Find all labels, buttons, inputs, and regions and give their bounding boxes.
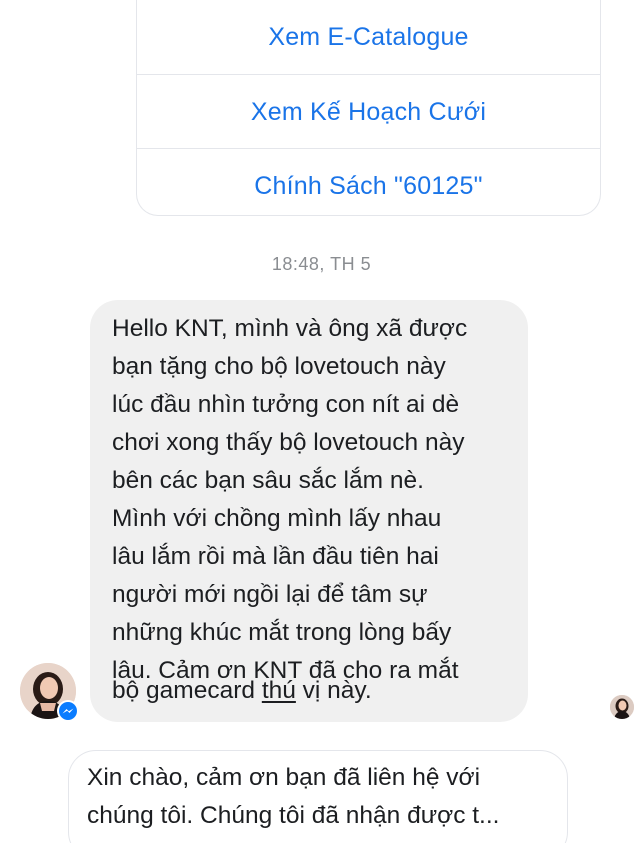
- reply-line: Xin chào, cảm ơn bạn đã liên hệ với: [87, 764, 481, 791]
- message-line: người mới ngồi lại để tâm sự: [112, 581, 428, 608]
- quick-reply-card: Xem E-Catalogue Xem Kế Hoạch Cưới Chính …: [136, 0, 601, 216]
- reply-message-bubble[interactable]: Xin chào, cảm ơn bạn đã liên hệ với chún…: [68, 750, 568, 843]
- view-wedding-plan-button[interactable]: Xem Kế Hoạch Cưới: [137, 74, 600, 149]
- read-receipt-avatar-icon: [610, 695, 634, 719]
- view-ecatalogue-button[interactable]: Xem E-Catalogue: [137, 0, 600, 74]
- message-text: bộ gamecard: [112, 677, 262, 704]
- message-line: những khúc mắt trong lòng bấy: [112, 619, 452, 646]
- read-receipt: [610, 695, 634, 719]
- message-line: Hello KNT, mình và ông xã được: [112, 315, 468, 342]
- message-line: lâu lắm rồi mà lần đầu tiên hai: [112, 543, 439, 570]
- message-last-line: bộ gamecard thú vị này.: [112, 676, 372, 706]
- message-text: vị này.: [295, 677, 372, 704]
- messenger-icon: [59, 702, 77, 720]
- policy-button[interactable]: Chính Sách "60125": [137, 148, 600, 223]
- message-link-word[interactable]: thú: [262, 677, 296, 704]
- chat-screen: Xem E-Catalogue Xem Kế Hoạch Cưới Chính …: [0, 0, 643, 843]
- message-line: bên các bạn sâu sắc lắm nè.: [112, 467, 424, 494]
- message-line: lúc đầu nhìn tưởng con nít ai dè: [112, 391, 460, 418]
- messenger-badge: [57, 700, 79, 722]
- message-line: chơi xong thấy bộ lovetouch này: [112, 429, 465, 456]
- message-line: bạn tặng cho bộ lovetouch này: [112, 353, 446, 380]
- incoming-message-bubble[interactable]: Hello KNT, mình và ông xã được bạn tặng …: [90, 300, 528, 722]
- reply-line: chúng tôi. Chúng tôi đã nhận được t...: [87, 802, 500, 829]
- message-line: Mình với chồng mình lấy nhau: [112, 505, 442, 532]
- message-timestamp: 18:48, TH 5: [271, 254, 372, 274]
